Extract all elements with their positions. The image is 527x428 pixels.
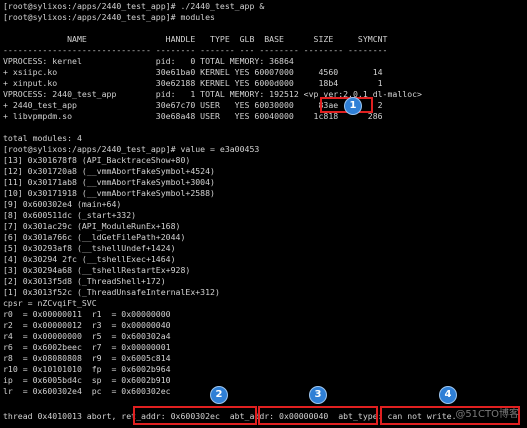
register-line: r4 = 0x00000000 r5 = 0x600302a4 (3, 331, 171, 341)
callout-badge-3: 3 (309, 386, 327, 404)
backtrace-line: [9] 0x600302e4 (main+64) (3, 199, 122, 209)
register-line: lr = 0x600302e4 pc = 0x600302ec (3, 386, 171, 396)
terminal-line: [root@sylixos:/apps/2440_test_app]# valu… (3, 144, 260, 154)
table-row: VPROCESS: kernel pid: 0 TOTAL MEMORY: 36… (3, 56, 294, 66)
highlight-abt-addr (258, 406, 378, 425)
register-line: ip = 0x6005bd4c sp = 0x6002b910 (3, 375, 171, 385)
backtrace-line: [6] 0x301a766c (__ldGetFilePath+2044) (3, 232, 186, 242)
terminal-line: [root@sylixos:/apps/2440_test_app]# ./24… (3, 1, 265, 11)
backtrace-line: [10] 0x30171918 (__vmmAbortFakeSymbol+25… (3, 188, 215, 198)
backtrace-line: [8] 0x600511dc (_start+332) (3, 210, 137, 220)
backtrace-line: [2] 0x3013f5d8 (_ThreadShell+172) (3, 276, 166, 286)
table-header: NAME HANDLE TYPE GLB BASE SIZE SYMCNT (3, 34, 388, 44)
backtrace-line: [7] 0x301ac29c (API_ModuleRunEx+168) (3, 221, 181, 231)
table-row: + xsiipc.ko 30e61ba0 KERNEL YES 60007000… (3, 67, 383, 77)
backtrace-line: [4] 0x30294 2fc (__tshellExec+1464) (3, 254, 176, 264)
register-line: r10 = 0x10101010 fp = 0x6002b964 (3, 364, 171, 374)
register-line: r0 = 0x00000011 r1 = 0x00000000 (3, 309, 171, 319)
register-line: r8 = 0x08080808 r9 = 0x6005c814 (3, 353, 171, 363)
backtrace-line: [1] 0x3013f52c (_ThreadUnsafeInternalEx+… (3, 287, 220, 297)
callout-badge-1: 1 (344, 97, 362, 115)
terminal-line: total modules: 4 (3, 133, 82, 143)
watermark: @51CTO博客 (455, 409, 519, 420)
backtrace-line: [13] 0x301678f8 (API_BacktraceShow+80) (3, 155, 191, 165)
callout-badge-4: 4 (439, 386, 457, 404)
highlight-ret-addr (133, 406, 257, 425)
backtrace-line: [11] 0x30171ab8 (__vmmAbortFakeSymbol+30… (3, 177, 215, 187)
table-row: + xinput.ko 30e62188 KERNEL YES 6000d000… (3, 78, 383, 88)
backtrace-line: [3] 0x30294a68 (__tshellRestartEx+928) (3, 265, 191, 275)
table-divider: ------------------------------ -------- … (3, 45, 388, 55)
backtrace-line: [5] 0x30293af8 (__tshellUndef+1424) (3, 243, 176, 253)
callout-badge-2: 2 (210, 386, 228, 404)
register-line: r2 = 0x00000012 r3 = 0x00000040 (3, 320, 171, 330)
terminal-window[interactable]: [root@sylixos:/apps/2440_test_app]# ./24… (0, 0, 527, 428)
register-line: r6 = 0x6002beec r7 = 0x00000001 (3, 342, 171, 352)
terminal-line: [root@sylixos:/apps/2440_test_app]# modu… (3, 12, 215, 22)
register-line: cpsr = nZCvqiFt_SVC (3, 298, 97, 308)
backtrace-line: [12] 0x301720a8 (__vmmAbortFakeSymbol+45… (3, 166, 215, 176)
